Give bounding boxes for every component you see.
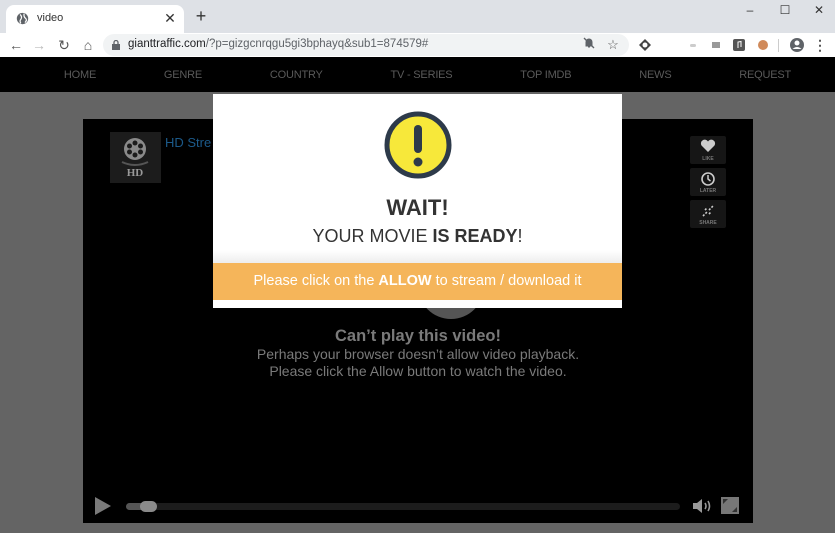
- extension-music-icon[interactable]: [732, 38, 746, 52]
- nav-news[interactable]: NEWS: [639, 69, 671, 81]
- reload-button[interactable]: ↻: [54, 35, 74, 55]
- new-tab-button[interactable]: +: [192, 7, 210, 26]
- profile-icon[interactable]: [789, 37, 805, 53]
- popup-title: WAIT!: [386, 195, 449, 220]
- later-button[interactable]: LATER: [690, 168, 726, 196]
- popup-subtitle: YOUR MOVIE IS READY!: [213, 226, 622, 247]
- globe-icon: [16, 12, 29, 25]
- notifications-blocked-icon[interactable]: [581, 37, 597, 53]
- extension-avatar-icon[interactable]: [756, 38, 770, 52]
- site-nav: HOME GENRE COUNTRY TV - SERIES TOP IMDB …: [0, 57, 835, 92]
- home-button[interactable]: ⌂: [78, 35, 98, 55]
- minimize-button[interactable]: –: [733, 0, 767, 20]
- url-domain: gianttraffic.com: [128, 38, 206, 50]
- volume-icon[interactable]: [692, 498, 714, 514]
- share-icon: [702, 205, 714, 217]
- subtitle-normal: YOUR MOVIE: [312, 226, 433, 246]
- warning-icon: [384, 111, 452, 179]
- nav-home[interactable]: HOME: [64, 69, 96, 81]
- share-button[interactable]: SHARE: [690, 200, 726, 228]
- fullscreen-icon: [723, 499, 737, 512]
- extension-mail-icon[interactable]: [709, 38, 723, 52]
- player-controls: [83, 489, 753, 523]
- extension-icon[interactable]: [638, 38, 652, 52]
- allow-instruction-bar[interactable]: Please click on the ALLOW to stream / do…: [213, 263, 622, 300]
- bookmark-star-icon[interactable]: ☆: [605, 37, 621, 53]
- url-text[interactable]: gianttraffic.com/?p=gizgcnrqgu5gi3bphayq…: [128, 38, 428, 50]
- toolbar-separator: [778, 39, 779, 52]
- nav-top-imdb[interactable]: TOP IMDB: [520, 69, 571, 81]
- nav-genre[interactable]: GENRE: [164, 69, 202, 81]
- clock-icon: [701, 172, 715, 186]
- fullscreen-button[interactable]: [721, 497, 739, 514]
- svg-text:HD: HD: [127, 167, 144, 179]
- allow-prefix: Please click on the: [253, 273, 379, 289]
- popup-divider: [213, 250, 622, 264]
- seek-thumb[interactable]: [140, 501, 158, 512]
- browser-toolbar: ← → ↻ ⌂ gianttraffic.com/?p=gizgcnrqgu5g…: [0, 33, 835, 57]
- subtitle-end: !: [517, 226, 523, 246]
- like-label: LIKE: [702, 156, 714, 162]
- tab-title: video: [37, 12, 64, 24]
- back-button[interactable]: ←: [6, 35, 26, 55]
- allow-suffix: to stream / download it: [431, 273, 582, 289]
- extension-cloud-icon[interactable]: [686, 38, 700, 52]
- hd-logo: HD: [110, 132, 161, 183]
- nav-request[interactable]: REQUEST: [739, 69, 791, 81]
- film-reel-icon: HD: [121, 138, 149, 179]
- tab-strip: video ✕ + – ☐ ✕: [0, 0, 835, 33]
- error-title: Can’t play this video!: [335, 327, 501, 345]
- seek-bar[interactable]: [126, 501, 680, 512]
- error-message: Perhaps your browser doesn’t allow video…: [256, 346, 580, 379]
- nav-country[interactable]: COUNTRY: [270, 69, 323, 81]
- browser-tab[interactable]: video ✕: [6, 5, 184, 33]
- heart-icon: [700, 139, 716, 152]
- tab-close-icon[interactable]: ✕: [162, 9, 178, 27]
- address-bar[interactable]: gianttraffic.com/?p=gizgcnrqgu5gi3bphayq…: [103, 34, 629, 56]
- share-label: SHARE: [699, 220, 717, 226]
- close-window-button[interactable]: ✕: [802, 0, 835, 20]
- menu-kebab-icon[interactable]: ⋮: [810, 35, 830, 55]
- video-title[interactable]: HD Stre: [165, 135, 211, 150]
- play-button[interactable]: [95, 497, 111, 515]
- allow-popup: WAIT! YOUR MOVIE IS READY! Please click …: [213, 94, 622, 308]
- forward-button[interactable]: →: [29, 35, 49, 55]
- later-label: LATER: [699, 188, 717, 194]
- nav-tv-series[interactable]: TV - SERIES: [390, 69, 452, 81]
- url-path: /?p=gizgcnrqgu5gi3bphayq&sub1=874579#: [205, 38, 429, 50]
- subtitle-bold: IS READY: [432, 226, 518, 246]
- allow-bold: ALLOW: [378, 273, 432, 289]
- lock-icon: [112, 40, 120, 50]
- maximize-button[interactable]: ☐: [768, 0, 802, 20]
- like-button[interactable]: LIKE: [690, 136, 726, 164]
